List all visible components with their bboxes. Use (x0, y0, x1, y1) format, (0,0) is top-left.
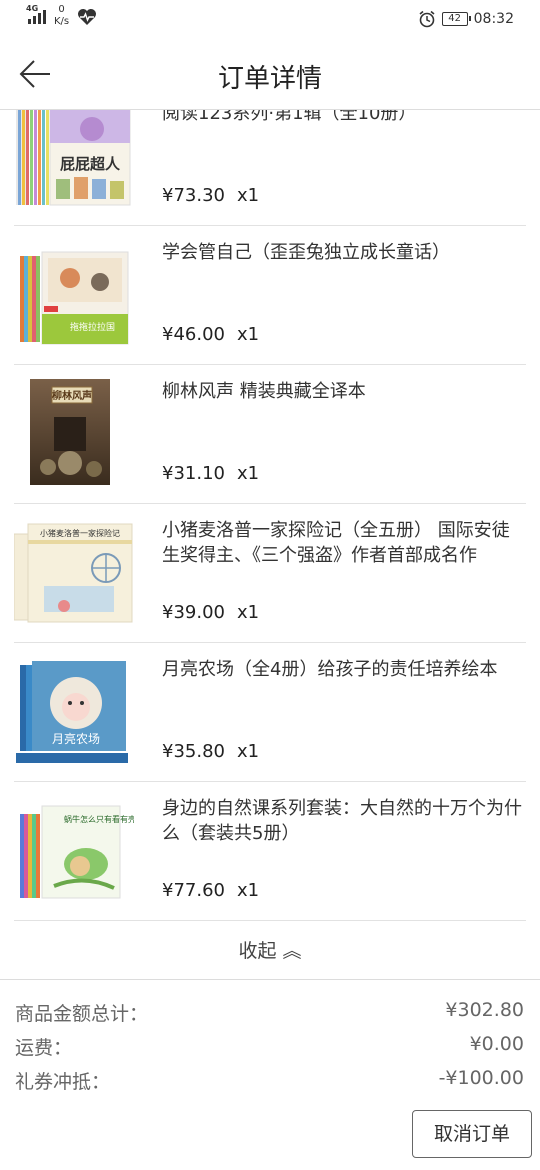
item-price-row: ¥39.00 x1 (162, 602, 259, 623)
order-item[interactable]: 月亮农场 月亮农场（全4册）给孩子的责任培养绘本 ¥35.80 x1 (14, 643, 526, 782)
network-type: 4G (26, 4, 39, 13)
cover-title-text: 柳林风声 (52, 389, 92, 402)
heart-monitor-icon (78, 9, 97, 25)
order-summary: 商品金额总计： ¥302.80 运费： ¥0.00 礼券冲抵： -¥100.00 (0, 995, 540, 1097)
network-speed: 0 K/s (54, 4, 69, 28)
book-cover-image: 柳林风声 (30, 379, 110, 485)
item-price: ¥46.00 (162, 324, 225, 345)
coupon-value: -¥100.00 (438, 1067, 524, 1089)
cancel-order-button[interactable]: 取消订单 (412, 1110, 532, 1158)
book-cover-image: 屁屁超人 (16, 110, 131, 206)
item-title[interactable]: 阅读123系列·第1辑（全10册） (162, 110, 526, 126)
item-title[interactable]: 身边的自然课系列套装：大自然的十万个为什么（套装共5册） (162, 796, 526, 846)
summary-row-goods-total: 商品金额总计： ¥302.80 (0, 995, 540, 1029)
item-price-row: ¥35.80 x1 (162, 741, 259, 762)
book-cover-image: 小猪麦洛普一家探险记 (14, 523, 133, 623)
order-item[interactable]: 拖拖拉拉国 学会管自己（歪歪兔独立成长童话） ¥46.00 x1 (14, 226, 526, 365)
item-price-row: ¥73.30 x1 (162, 185, 259, 206)
item-title[interactable]: 月亮农场（全4册）给孩子的责任培养绘本 (162, 657, 526, 682)
item-title[interactable]: 小猪麦洛普一家探险记（全五册） 国际安徒生奖得主、《三个强盗》作者首部成名作 (162, 518, 526, 568)
collapse-button[interactable]: 收起 ︽ (0, 920, 540, 980)
cover-title-text: 蜗牛怎么只有看有壳的房子 (64, 814, 134, 824)
battery-icon: 42 (441, 12, 471, 26)
status-left: 4G 0 K/s (26, 4, 97, 28)
item-price-row: ¥31.10 x1 (162, 463, 259, 484)
item-quantity: x1 (236, 324, 260, 345)
book-cover-image: 蜗牛怎么只有看有壳的房子 (20, 805, 134, 899)
item-price: ¥73.30 (162, 185, 225, 206)
network-speed-unit: K/s (54, 16, 70, 27)
order-item[interactable]: 柳林风声 柳林风声 精装典藏全译本 ¥31.10 x1 (14, 365, 526, 504)
goods-total-value: ¥302.80 (445, 999, 524, 1021)
order-item-list[interactable]: 屁屁超人 阅读123系列·第1辑（全10册） ¥73.30 x1 拖拖拉拉国 学会… (0, 110, 540, 980)
network-speed-value: 0 (58, 4, 65, 15)
item-quantity: x1 (236, 463, 260, 484)
coupon-label: 礼券冲抵： (15, 1071, 111, 1093)
order-item[interactable]: 小猪麦洛普一家探险记 小猪麦洛普一家探险记（全五册） 国际安徒生奖得主、《三个强… (14, 504, 526, 643)
item-title[interactable]: 柳林风声 精装典藏全译本 (162, 379, 526, 404)
book-cover-image: 月亮农场 (16, 661, 128, 763)
item-quantity: x1 (236, 880, 260, 901)
cover-title-text: 小猪麦洛普一家探险记 (40, 528, 120, 538)
status-right: 42 08:32 (418, 10, 514, 28)
summary-row-shipping: 运费： ¥0.00 (0, 1029, 540, 1063)
page-title: 订单详情 (217, 64, 322, 94)
signal-icon: 4G (26, 4, 46, 24)
item-price-row: ¥77.60 x1 (162, 880, 259, 901)
item-quantity: x1 (236, 185, 260, 206)
item-price: ¥77.60 (162, 880, 225, 901)
item-price: ¥31.10 (162, 463, 225, 484)
shipping-label: 运费： (15, 1037, 73, 1059)
item-quantity: x1 (236, 602, 260, 623)
order-item[interactable]: 屁屁超人 阅读123系列·第1辑（全10册） ¥73.30 x1 (14, 110, 526, 226)
cover-title-text: 月亮农场 (52, 731, 100, 746)
battery-level: 42 (448, 13, 461, 24)
item-price: ¥39.00 (162, 602, 225, 623)
cover-title-text: 拖拖拉拉国 (70, 321, 115, 333)
book-cover-image: 拖拖拉拉国 (20, 251, 129, 345)
order-item[interactable]: 蜗牛怎么只有看有壳的房子 身边的自然课系列套装：大自然的十万个为什么（套装共5册… (14, 782, 526, 921)
app-header: 订单详情 (0, 40, 540, 110)
item-quantity: x1 (236, 741, 260, 762)
summary-row-coupon: 礼券冲抵： -¥100.00 (0, 1063, 540, 1097)
goods-total-label: 商品金额总计： (15, 1003, 149, 1025)
status-bar: 4G 0 K/s 42 08:32 (0, 0, 540, 40)
item-price: ¥35.80 (162, 741, 225, 762)
clock-time: 08:32 (473, 11, 514, 27)
alarm-clock-icon (419, 10, 435, 28)
cover-title-text: 屁屁超人 (60, 155, 121, 173)
item-price-row: ¥46.00 x1 (162, 324, 259, 345)
shipping-value: ¥0.00 (469, 1033, 524, 1055)
item-title[interactable]: 学会管自己（歪歪兔独立成长童话） (162, 240, 526, 265)
